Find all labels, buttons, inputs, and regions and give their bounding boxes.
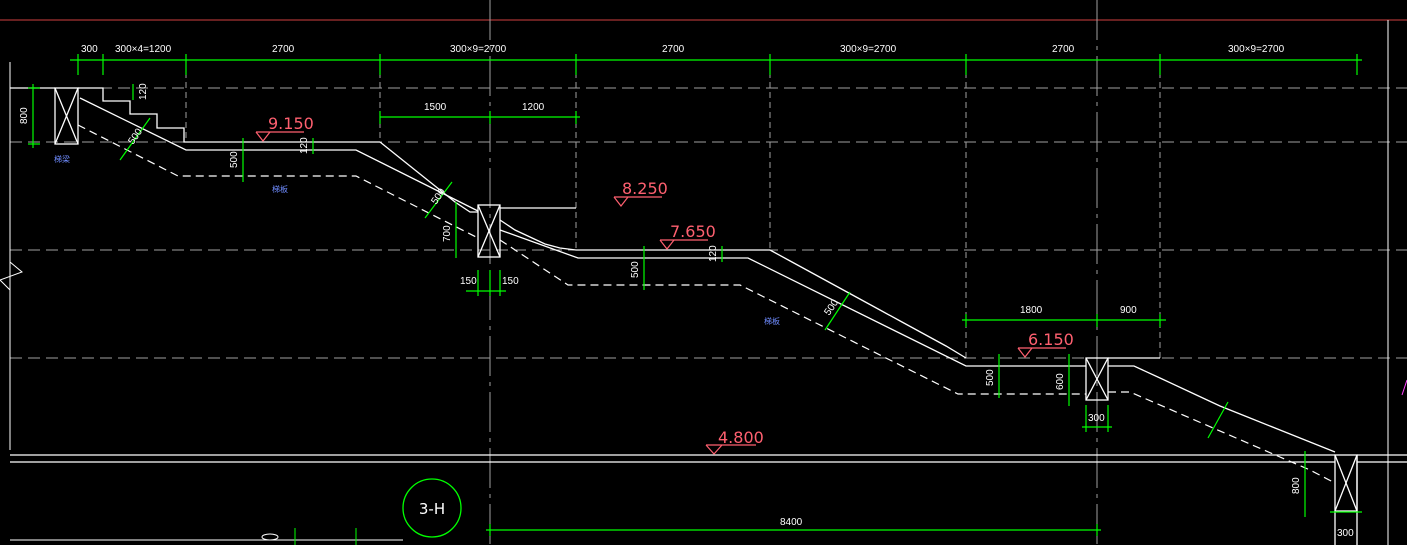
flight-5-steps <box>1108 365 1336 453</box>
axis-bubble-label: 3-H <box>419 500 445 518</box>
dim-top-1: 300×4=1200 <box>115 44 172 55</box>
level-8250: 8.250 <box>622 179 668 198</box>
dim-top-0: 300 <box>81 44 98 55</box>
level-marks: 9.150 8.250 7.650 6.150 4.800 <box>255 114 1074 455</box>
dim-1200: 1200 <box>522 102 545 113</box>
dim-1500: 1500 <box>424 102 447 113</box>
dim-v-500-c: 500 <box>429 186 448 206</box>
level-7650: 7.650 <box>670 222 716 241</box>
dim-v-800: 800 <box>19 107 30 124</box>
vertical-dimensions: 800 120 500 120 500 700 500 500 120 500 … <box>19 83 1306 517</box>
axis-bubble: 3-H <box>10 478 462 545</box>
dim-top-6: 2700 <box>1052 44 1075 55</box>
top-dimension-chain: 300 300×4=1200 2700 300×9=2700 2700 300×… <box>70 44 1362 75</box>
dim-v-500-mid: 500 <box>630 261 641 278</box>
flight-1-steps <box>80 87 380 143</box>
grid-lines <box>0 0 1407 545</box>
dim-150-right: 150 <box>502 276 519 287</box>
dim-8400: 8400 <box>780 517 803 528</box>
stair-outline <box>10 87 1358 545</box>
flight-3-steps <box>499 219 770 251</box>
dim-300-mid: 300 <box>1088 413 1105 424</box>
dashed-soffit-lines <box>77 124 1336 484</box>
dim-v-600: 600 <box>1055 373 1066 390</box>
level-6150: 6.150 <box>1028 330 1074 349</box>
dim-top-3: 300×9=2700 <box>450 44 507 55</box>
note-beam: 梯梁 <box>54 154 70 164</box>
dim-v-800-b: 800 <box>1291 477 1302 494</box>
dim-150-left: 150 <box>460 276 477 287</box>
flight-4-steps <box>769 249 967 359</box>
dim-v-700: 700 <box>442 225 453 242</box>
level-4800: 4.800 <box>718 428 764 447</box>
dim-1800: 1800 <box>1020 305 1043 316</box>
break-mark <box>0 261 23 291</box>
floor-slab <box>10 454 1407 463</box>
dim-900: 900 <box>1120 305 1137 316</box>
dim-top-5: 300×9=2700 <box>840 44 897 55</box>
dim-top-7: 300×9=2700 <box>1228 44 1285 55</box>
staircase-section-drawing: 300 300×4=1200 2700 300×9=2700 2700 300×… <box>0 0 1407 545</box>
dim-top-4: 2700 <box>662 44 685 55</box>
dim-top-2: 2700 <box>272 44 295 55</box>
flight-2-steps <box>379 141 478 213</box>
level-9150: 9.150 <box>268 114 314 133</box>
dim-v-500-f: 500 <box>985 369 996 386</box>
dim-v-120-b: 120 <box>299 137 310 154</box>
dim-v-500-e: 500 <box>822 297 841 317</box>
inner-dimensions: 1500 1200 1800 900 150 150 300 300 8400 <box>379 102 1362 539</box>
magenta-mark <box>1401 379 1407 396</box>
dim-v-120-c: 120 <box>708 245 719 262</box>
dim-v-500-a: 500 <box>229 151 240 168</box>
dim-300-bottom: 300 <box>1337 528 1354 539</box>
note-slab-1: 梯板 <box>272 184 288 194</box>
note-slab-2: 梯板 <box>764 316 780 326</box>
dim-v-120-a: 120 <box>138 83 149 100</box>
